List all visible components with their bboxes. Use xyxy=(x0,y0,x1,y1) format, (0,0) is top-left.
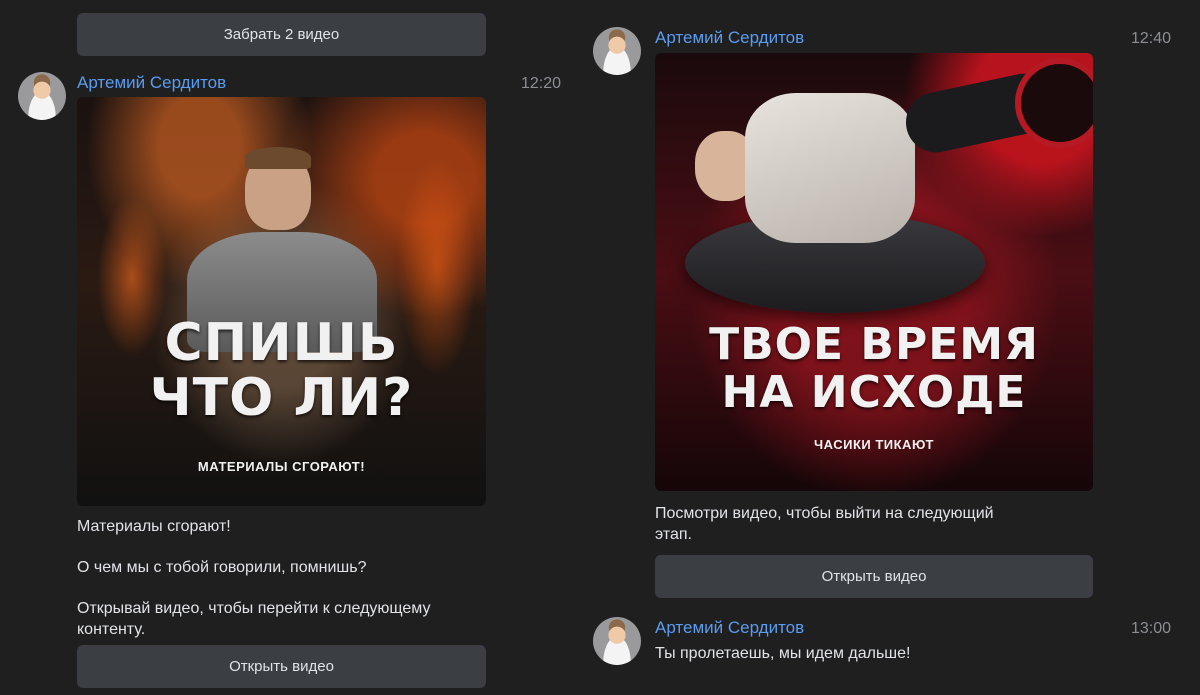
message-time: 13:00 xyxy=(1131,620,1172,637)
message-text-line: Материалы сгорают! xyxy=(77,518,231,535)
chat-column-left: · · · · · · · · · · · · · · · Забрать 2 … xyxy=(0,0,580,695)
author-name[interactable]: Артемий Сердитов xyxy=(77,73,226,93)
open-video-button[interactable]: Открыть видео xyxy=(77,645,486,688)
chat-column-right: Артемий Сердитов 12:40 ТВОЕ ВРЕМЯ НА ИСХ… xyxy=(590,0,1200,695)
poster-subline: ЧАСИКИ ТИКАЮТ xyxy=(814,437,934,452)
message-text-line: этап. xyxy=(655,526,692,543)
open-video-button[interactable]: Открыть видео xyxy=(655,555,1093,598)
message-time: 12:40 xyxy=(1131,30,1172,47)
message-text: Ты пролетаешь, мы идем дальше! xyxy=(655,645,911,662)
poster-headline-line1: СПИШЬ xyxy=(164,313,399,373)
claim-videos-button[interactable]: Забрать 2 видео xyxy=(77,13,486,56)
avatar[interactable] xyxy=(593,617,641,665)
message-text-line: контенту. xyxy=(77,621,146,638)
video-poster-image[interactable]: ТВОЕ ВРЕМЯ НА ИСХОДЕ ЧАСИКИ ТИКАЮТ xyxy=(655,53,1093,491)
message-text-line: Открывай видео, чтобы перейти к следующе… xyxy=(77,600,431,617)
message-text-line: Посмотри видео, чтобы выйти на следующий xyxy=(655,505,994,522)
poster-headline-line2: НА ИСХОДЕ xyxy=(721,367,1027,418)
video-poster-image[interactable]: СПИШЬ ЧТО ЛИ? МАТЕРИАЛЫ СГОРАЮТ! xyxy=(77,97,486,506)
avatar[interactable] xyxy=(18,72,66,120)
author-name[interactable]: Артемий Сердитов xyxy=(655,28,804,48)
cropped-previous-text: · · · · · · · · · · · · · · · xyxy=(210,0,352,9)
person-sweater xyxy=(745,93,915,243)
poster-headline-line2: ЧТО ЛИ? xyxy=(149,368,414,428)
poster-headline-line1: ТВОЕ ВРЕМЯ xyxy=(709,319,1039,370)
author-name[interactable]: Артемий Сердитов xyxy=(655,618,804,638)
person-hair xyxy=(245,147,311,169)
avatar[interactable] xyxy=(593,27,641,75)
message-time: 12:20 xyxy=(521,75,562,92)
message-text-line: О чем мы с тобой говорили, помнишь? xyxy=(77,559,367,576)
poster-subline: МАТЕРИАЛЫ СГОРАЮТ! xyxy=(197,459,366,474)
clock-icon xyxy=(1015,58,1093,148)
